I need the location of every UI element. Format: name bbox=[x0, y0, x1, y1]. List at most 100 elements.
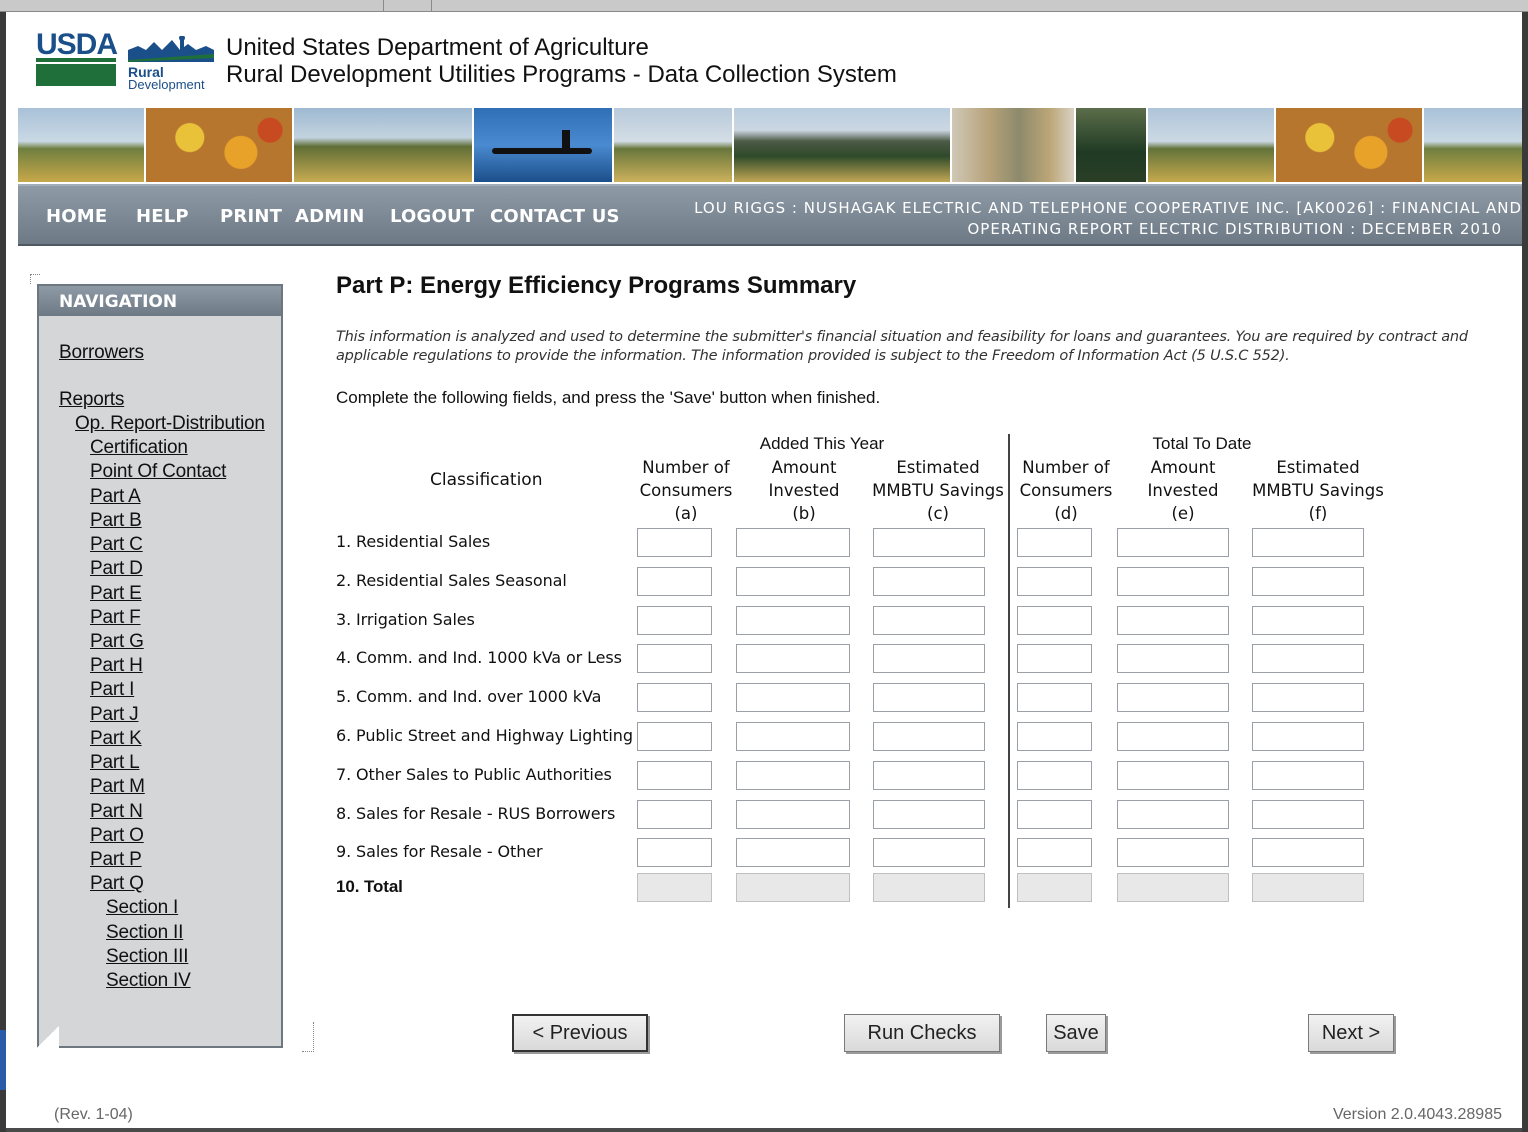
nav-link-section-iv[interactable]: Section IV bbox=[106, 970, 191, 992]
input-row4-col-b[interactable] bbox=[736, 644, 850, 673]
input-row4-col-c[interactable] bbox=[873, 644, 985, 673]
nav-link-part-n[interactable]: Part N bbox=[90, 801, 143, 823]
nav-help[interactable]: HELP bbox=[136, 206, 189, 227]
nav-link-part-o[interactable]: Part O bbox=[90, 825, 144, 847]
nav-link-op-report[interactable]: Op. Report-Distribution bbox=[75, 413, 265, 435]
input-row1-col-a[interactable] bbox=[637, 528, 712, 557]
nav-link-part-j[interactable]: Part J bbox=[90, 704, 139, 726]
input-row5-col-b[interactable] bbox=[736, 683, 850, 712]
nav-link-borrowers[interactable]: Borrowers bbox=[59, 342, 144, 364]
input-row7-col-a[interactable] bbox=[637, 761, 712, 790]
input-row2-col-b[interactable] bbox=[736, 567, 850, 596]
nav-link-section-iii[interactable]: Section III bbox=[106, 946, 188, 968]
instructions-text: Complete the following fields, and press… bbox=[336, 388, 881, 407]
input-row8-col-f[interactable] bbox=[1252, 800, 1364, 829]
nav-link-certification[interactable]: Certification bbox=[90, 437, 188, 459]
input-row4-col-e[interactable] bbox=[1117, 644, 1229, 673]
usda-logo[interactable]: USDA Rural Development bbox=[36, 28, 214, 96]
nav-link-part-h[interactable]: Part H bbox=[90, 655, 143, 677]
input-row5-col-c[interactable] bbox=[873, 683, 985, 712]
input-row6-col-d[interactable] bbox=[1017, 722, 1092, 751]
input-row4-col-d[interactable] bbox=[1017, 644, 1092, 673]
banner-photo-mountain bbox=[734, 108, 952, 182]
next-button[interactable]: Next > bbox=[1308, 1014, 1394, 1052]
input-row7-col-b[interactable] bbox=[736, 761, 850, 790]
nav-link-part-a[interactable]: Part A bbox=[90, 486, 141, 508]
input-row5-col-e[interactable] bbox=[1117, 683, 1229, 712]
nav-link-part-g[interactable]: Part G bbox=[90, 631, 144, 653]
total-col-a bbox=[637, 873, 712, 902]
input-row5-col-a[interactable] bbox=[637, 683, 712, 712]
input-row7-col-c[interactable] bbox=[873, 761, 985, 790]
disclaimer-line1: This information is analyzed and used to… bbox=[336, 329, 1468, 345]
input-row2-col-d[interactable] bbox=[1017, 567, 1092, 596]
input-row3-col-f[interactable] bbox=[1252, 606, 1364, 635]
banner-photo-meadow bbox=[294, 108, 474, 182]
input-row1-col-e[interactable] bbox=[1117, 528, 1229, 557]
input-row5-col-f[interactable] bbox=[1252, 683, 1364, 712]
nav-link-part-i[interactable]: Part I bbox=[90, 679, 134, 701]
run-checks-button[interactable]: Run Checks bbox=[844, 1014, 1000, 1052]
input-row7-col-e[interactable] bbox=[1117, 761, 1229, 790]
input-row9-col-b[interactable] bbox=[736, 838, 850, 867]
input-row8-col-c[interactable] bbox=[873, 800, 985, 829]
user-context-line2: OPERATING REPORT ELECTRIC DISTRIBUTION :… bbox=[967, 220, 1502, 238]
input-row9-col-e[interactable] bbox=[1117, 838, 1229, 867]
logo-green-bar bbox=[36, 64, 116, 86]
nav-link-point-of-contact[interactable]: Point Of Contact bbox=[90, 461, 226, 483]
input-row9-col-c[interactable] bbox=[873, 838, 985, 867]
input-row5-col-d[interactable] bbox=[1017, 683, 1092, 712]
nav-link-part-q[interactable]: Part Q bbox=[90, 873, 144, 895]
input-row7-col-d[interactable] bbox=[1017, 761, 1092, 790]
input-row8-col-a[interactable] bbox=[637, 800, 712, 829]
input-row3-col-a[interactable] bbox=[637, 606, 712, 635]
input-row6-col-b[interactable] bbox=[736, 722, 850, 751]
input-row3-col-e[interactable] bbox=[1117, 606, 1229, 635]
nav-logout[interactable]: LOGOUT bbox=[390, 206, 474, 227]
input-row4-col-f[interactable] bbox=[1252, 644, 1364, 673]
nav-print[interactable]: PRINT bbox=[220, 206, 282, 227]
nav-link-part-d[interactable]: Part D bbox=[90, 558, 143, 580]
nav-link-section-i[interactable]: Section I bbox=[106, 897, 178, 919]
input-row4-col-a[interactable] bbox=[637, 644, 712, 673]
nav-link-part-p[interactable]: Part P bbox=[90, 849, 142, 871]
input-row1-col-f[interactable] bbox=[1252, 528, 1364, 557]
input-row1-col-b[interactable] bbox=[736, 528, 850, 557]
input-row6-col-a[interactable] bbox=[637, 722, 712, 751]
nav-link-reports[interactable]: Reports bbox=[59, 389, 124, 411]
version-label: Version 2.0.4043.28985 bbox=[1332, 1106, 1502, 1123]
input-row9-col-a[interactable] bbox=[637, 838, 712, 867]
input-row6-col-e[interactable] bbox=[1117, 722, 1229, 751]
nav-link-part-b[interactable]: Part B bbox=[90, 510, 142, 532]
input-row6-col-c[interactable] bbox=[873, 722, 985, 751]
input-row2-col-a[interactable] bbox=[637, 567, 712, 596]
input-row3-col-c[interactable] bbox=[873, 606, 985, 635]
input-row9-col-d[interactable] bbox=[1017, 838, 1092, 867]
nav-admin[interactable]: ADMIN bbox=[295, 206, 365, 227]
input-row3-col-b[interactable] bbox=[736, 606, 850, 635]
nav-link-part-c[interactable]: Part C bbox=[90, 534, 143, 556]
input-row8-col-d[interactable] bbox=[1017, 800, 1092, 829]
input-row3-col-d[interactable] bbox=[1017, 606, 1092, 635]
input-row6-col-f[interactable] bbox=[1252, 722, 1364, 751]
input-row1-col-c[interactable] bbox=[873, 528, 985, 557]
nav-link-part-m[interactable]: Part M bbox=[90, 776, 145, 798]
input-row2-col-e[interactable] bbox=[1117, 567, 1229, 596]
nav-link-section-ii[interactable]: Section II bbox=[106, 922, 183, 944]
nav-link-part-f[interactable]: Part F bbox=[90, 607, 141, 629]
nav-link-part-l[interactable]: Part L bbox=[90, 752, 140, 774]
input-row7-col-f[interactable] bbox=[1252, 761, 1364, 790]
input-row9-col-f[interactable] bbox=[1252, 838, 1364, 867]
banner-photo-canoe bbox=[474, 108, 614, 182]
input-row8-col-e[interactable] bbox=[1117, 800, 1229, 829]
nav-link-part-k[interactable]: Part K bbox=[90, 728, 142, 750]
save-button[interactable]: Save bbox=[1046, 1014, 1106, 1052]
input-row2-col-c[interactable] bbox=[873, 567, 985, 596]
input-row1-col-d[interactable] bbox=[1017, 528, 1092, 557]
nav-contact-us[interactable]: CONTACT US bbox=[490, 206, 620, 227]
input-row8-col-b[interactable] bbox=[736, 800, 850, 829]
nav-link-part-e[interactable]: Part E bbox=[90, 583, 142, 605]
nav-home[interactable]: HOME bbox=[46, 206, 107, 227]
input-row2-col-f[interactable] bbox=[1252, 567, 1364, 596]
previous-button[interactable]: < Previous bbox=[512, 1014, 648, 1052]
